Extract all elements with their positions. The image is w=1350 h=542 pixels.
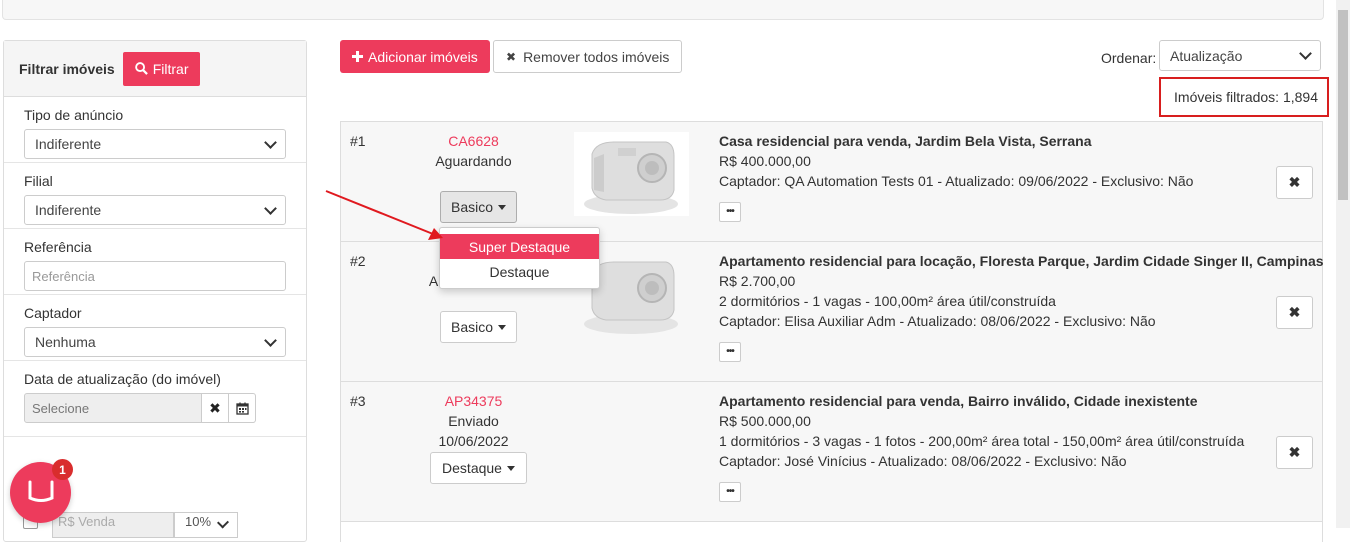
filtered-count-text: Imóveis filtrados: 1,894 [1174,89,1318,105]
tipo-label: Tipo de anúncio [24,107,124,123]
remove-all-label: Remover todos imóveis [523,48,670,65]
more-options-button[interactable]: ••• [719,342,741,362]
property-title: Casa residencial para venda, Jardim Bela… [719,133,1092,149]
captador-select[interactable]: Nenhuma [24,327,286,357]
search-icon [134,62,148,75]
add-properties-button[interactable]: Adicionar imóveis [340,40,490,73]
close-icon: ✖ [1288,444,1301,460]
clear-date-button[interactable]: ✖ [202,393,229,423]
calendar-button[interactable] [229,393,256,423]
row-number: #3 [350,393,366,409]
plan-label: Basico [450,319,494,335]
menu-item-destaque[interactable]: Destaque [440,259,599,284]
scrollbar-thumb[interactable] [1338,10,1348,200]
percent-select[interactable]: 10% [174,512,238,538]
chevron-down-icon [1299,47,1312,60]
filial-select[interactable]: Indiferente [24,195,286,225]
chevron-down-icon [264,333,277,347]
more-options-button[interactable]: ••• [719,482,741,502]
property-code-link[interactable]: AP34375 [401,393,546,409]
status-date: 10/06/2022 [438,433,509,449]
calendar-icon [235,402,249,415]
date-input-group: Selecione ✖ [24,393,286,423]
plan-dropdown-button[interactable]: Basico [440,311,517,343]
captador-label: Captador [24,305,82,321]
plan-dropdown-button[interactable]: Basico [440,191,517,223]
property-features: 1 dormitórios - 3 vagas - 1 fotos - 200,… [719,433,1245,449]
captador-select-value: Nenhuma [35,334,96,350]
plan-dropdown-menu: Super Destaque Destaque [439,227,600,289]
status-text: Enviado [448,413,499,429]
ellipsis-icon: ••• [726,206,734,217]
close-icon: ✖ [1288,174,1301,190]
status-text: Aguardando [435,153,512,169]
ellipsis-icon: ••• [726,346,734,357]
plus-icon [352,51,363,62]
filter-header: Filtrar imóveis Filtrar [4,41,306,97]
property-list: #1 CA6628 Aguardando Basico Casa residen… [340,121,1324,542]
order-select-value: Atualização [1170,47,1243,64]
property-thumbnail[interactable] [574,132,689,216]
notification-badge: 1 [52,459,73,480]
filial-label: Filial [24,173,53,189]
close-icon: ✖ [506,49,517,64]
property-meta: Captador: José Vinícius - Atualizado: 08… [719,453,1127,469]
plan-dropdown-button[interactable]: Destaque [430,452,527,484]
chevron-down-icon [264,201,277,215]
property-price: R$ 2.700,00 [719,273,796,289]
plan-label: Basico [450,199,494,215]
filter-button[interactable]: Filtrar [122,51,201,86]
referencia-section: Referência Referência [4,229,306,295]
property-features: 2 dormitórios - 1 vagas - 100,00m² área … [719,293,1056,309]
more-options-button[interactable]: ••• [719,202,741,222]
row-number: #1 [350,133,366,149]
data-label: Data de atualização (do imóvel) [24,371,221,387]
delete-row-button[interactable]: ✖ [1276,436,1313,469]
order-label: Ordenar: [1101,50,1157,66]
tipo-section: Tipo de anúncio Indiferente [4,97,306,163]
filial-section: Filial Indiferente [4,163,306,229]
caret-down-icon [498,204,507,210]
delete-row-button[interactable]: ✖ [1276,296,1313,329]
caret-down-icon [498,324,507,330]
order-select[interactable]: Atualização [1159,40,1321,71]
filter-title: Filtrar imóveis [19,60,115,77]
filtered-count: Imóveis filtrados: 1,894 [1159,77,1329,117]
chevron-down-icon [217,516,230,529]
property-meta: Captador: Elisa Auxiliar Adm - Atualizad… [719,313,1156,329]
date-input[interactable]: Selecione [24,393,202,423]
chevron-down-icon [264,135,277,149]
data-section: Data de atualização (do imóvel) Selecion… [4,361,306,437]
table-row: #3 AP34375 Enviado 10/06/2022 Destaque A… [341,382,1322,522]
property-title: Apartamento residencial para locação, Fl… [719,253,1324,269]
property-code-link[interactable]: CA6628 [401,133,546,149]
delete-row-button[interactable]: ✖ [1276,166,1313,199]
tipo-select[interactable]: Indiferente [24,129,286,159]
chat-icon [28,480,53,502]
property-meta: Captador: QA Automation Tests 01 - Atual… [719,173,1194,189]
referencia-input[interactable]: Referência [24,261,286,291]
property-price: R$ 500.000,00 [719,413,811,429]
property-title: Apartamento residencial para venda, Bair… [719,393,1198,409]
caret-down-icon [506,465,515,471]
percent-value: 10% [185,514,212,529]
filter-button-label: Filtrar [152,60,189,77]
captador-section: Captador Nenhuma [4,295,306,361]
referencia-label: Referência [24,239,92,255]
close-icon: ✖ [209,399,221,416]
property-price: R$ 400.000,00 [719,153,811,169]
page-scrollbar[interactable] [1336,0,1350,528]
filial-select-value: Indiferente [35,202,102,218]
plan-label: Destaque [442,460,502,476]
close-icon: ✖ [1288,304,1301,320]
ellipsis-icon: ••• [726,486,734,497]
tipo-select-value: Indiferente [35,136,102,152]
row-number: #2 [350,253,366,269]
menu-item-super-destaque[interactable]: Super Destaque [440,234,599,259]
add-properties-label: Adicionar imóveis [368,48,478,65]
top-panel [2,0,1324,20]
valor-input[interactable]: R$ Venda [52,512,174,538]
remove-all-button[interactable]: ✖ Remover todos imóveis [493,40,683,73]
table-row: #1 CA6628 Aguardando Basico Casa residen… [341,122,1322,242]
